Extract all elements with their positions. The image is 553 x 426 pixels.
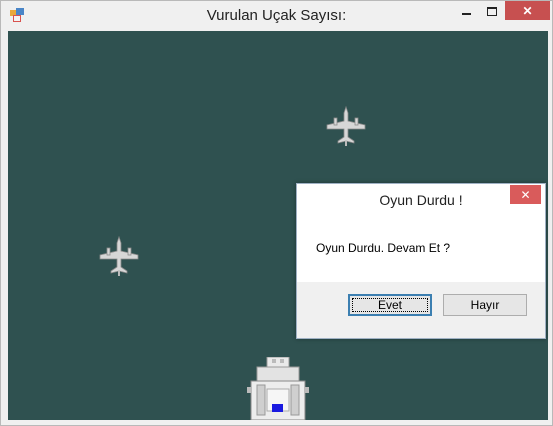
player-ship-icon bbox=[247, 357, 309, 420]
enemy-plane-icon bbox=[99, 235, 139, 276]
close-button[interactable]: ✕ bbox=[505, 1, 550, 20]
pause-dialog: Oyun Durdu ! ✕ Oyun Durdu. Devam Et ? Ev… bbox=[296, 183, 546, 339]
dialog-close-button[interactable]: ✕ bbox=[510, 185, 541, 204]
dialog-title-bar[interactable]: Oyun Durdu ! ✕ bbox=[297, 184, 545, 215]
close-icon: ✕ bbox=[522, 3, 533, 18]
dialog-message: Oyun Durdu. Devam Et ? bbox=[316, 241, 451, 255]
enemy-plane-icon bbox=[326, 105, 366, 146]
maximize-button[interactable] bbox=[479, 1, 505, 21]
title-bar[interactable]: Vurulan Uçak Sayısı: ✕ bbox=[1, 1, 552, 30]
close-icon: ✕ bbox=[520, 187, 531, 202]
minimize-icon bbox=[461, 13, 471, 15]
maximize-icon bbox=[487, 6, 497, 16]
no-button[interactable]: Hayır bbox=[443, 294, 527, 316]
dialog-footer: Evet Hayır bbox=[297, 282, 545, 338]
dialog-body: Oyun Durdu. Devam Et ? bbox=[297, 215, 545, 282]
minimize-button[interactable] bbox=[453, 1, 479, 21]
yes-button[interactable]: Evet bbox=[348, 294, 432, 316]
dialog-title: Oyun Durdu ! bbox=[379, 192, 463, 208]
